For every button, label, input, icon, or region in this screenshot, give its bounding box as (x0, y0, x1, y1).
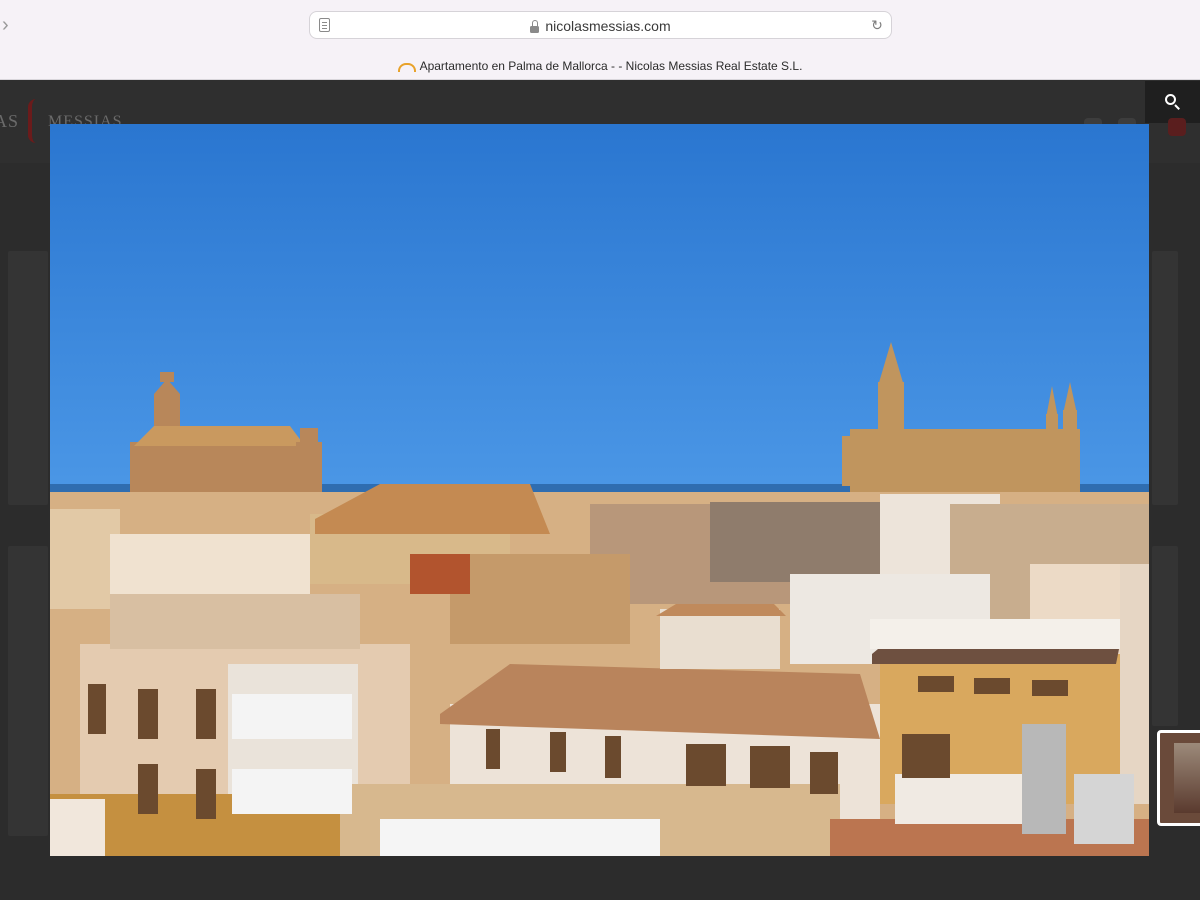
browser-toolbar: › nicolasmessias.com ↻ Apartamento en Pa… (0, 0, 1200, 80)
palma-rooftops-cathedral-photo (50, 124, 1149, 856)
tab[interactable]: Apartamento en Palma de Mallorca - - Nic… (0, 56, 1200, 76)
address-bar[interactable]: nicolasmessias.com ↻ (309, 11, 892, 39)
thumbnail-image[interactable] (1157, 730, 1200, 826)
search-button[interactable] (1145, 81, 1200, 123)
linkedin-icon[interactable] (1168, 118, 1186, 136)
url-text[interactable]: nicolasmessias.com (545, 18, 670, 34)
background-card (8, 546, 48, 836)
lightbox-image[interactable] (50, 124, 1149, 856)
lock-icon (530, 20, 540, 33)
tab-title: Apartamento en Palma de Mallorca - - Nic… (419, 59, 803, 73)
background-card (1152, 546, 1178, 726)
url-display: nicolasmessias.com (310, 12, 891, 40)
reload-icon[interactable]: ↻ (869, 17, 885, 33)
background-card (8, 251, 48, 505)
logo-mark (28, 99, 44, 143)
favicon-icon (397, 61, 416, 72)
search-icon (1164, 94, 1181, 110)
logo-text: AS (0, 111, 20, 131)
background-card (1152, 251, 1178, 505)
chevron-right-icon[interactable]: › (2, 14, 16, 36)
